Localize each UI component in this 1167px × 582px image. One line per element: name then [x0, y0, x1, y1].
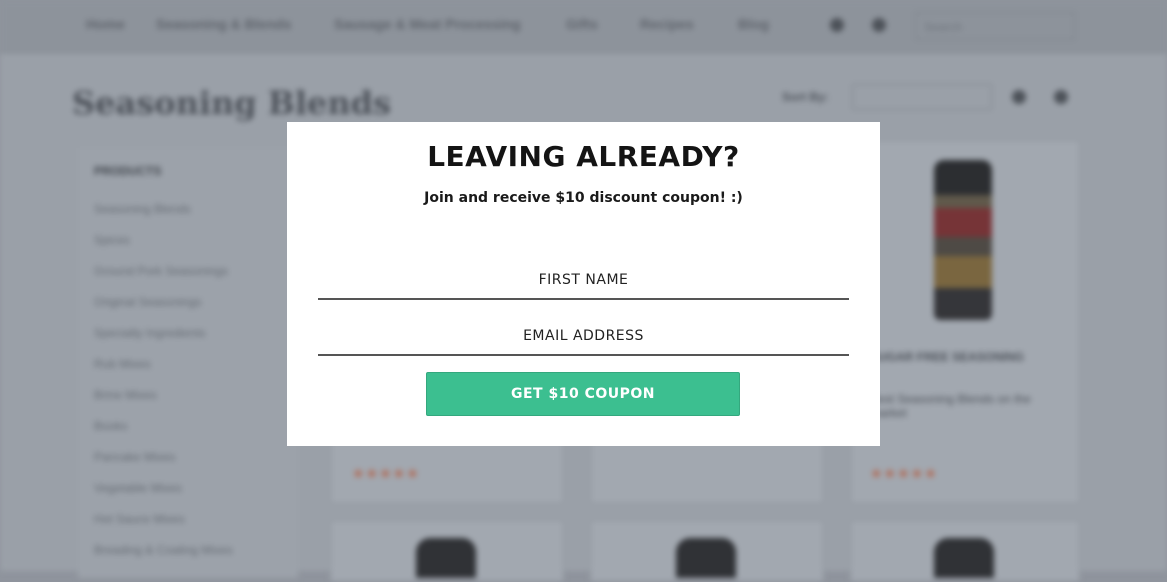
rating-stars-icon: ★★★★★ — [870, 465, 938, 481]
popup-title: LEAVING ALREADY? — [427, 140, 740, 173]
sidebar-link[interactable]: Breading & Coating Mixes — [94, 543, 233, 557]
exit-intent-popup: LEAVING ALREADY? Join and receive $10 di… — [287, 122, 880, 446]
product-image[interactable] — [934, 160, 992, 320]
page-title: Seasoning Blends — [72, 84, 391, 122]
sidebar-heading: PRODUCTS — [94, 164, 162, 178]
product-image[interactable] — [934, 538, 994, 578]
popup-subtitle: Join and receive $10 discount coupon! :) — [424, 190, 743, 206]
sidebar-link[interactable]: Hot Sauce Mixes — [94, 512, 185, 526]
search-input[interactable]: Search — [915, 12, 1075, 40]
sidebar-link[interactable]: Seasoning Blends — [94, 202, 191, 216]
grid-view-icon[interactable] — [1012, 90, 1026, 104]
sidebar-link[interactable]: Pancake Mixes — [94, 450, 175, 464]
sort-select[interactable] — [852, 84, 992, 110]
product-name[interactable]: SUGAR FREE SEASONING — [870, 350, 1024, 364]
rating-stars-icon: ★★★★★ — [352, 465, 420, 481]
get-coupon-button[interactable]: GET $10 COUPON — [426, 372, 740, 416]
sidebar-link[interactable]: Rub Mixes — [94, 357, 151, 371]
sidebar-link[interactable]: Vegetable Mixes — [94, 481, 182, 495]
sidebar-link[interactable]: Spices — [94, 233, 130, 247]
product-image[interactable] — [676, 538, 736, 578]
nav-recipes[interactable]: Recipes — [640, 16, 694, 32]
sidebar-link[interactable]: Ground Pork Seasonings — [94, 264, 228, 278]
sidebar-link[interactable]: Original Seasonings — [94, 295, 201, 309]
nav-sausage[interactable]: Sausage & Meat Processing — [334, 16, 521, 32]
account-icon[interactable] — [830, 18, 844, 32]
sort-label: Sort By: — [782, 90, 829, 104]
email-field[interactable] — [318, 318, 849, 356]
sidebar-link[interactable]: Specialty Ingredients — [94, 326, 205, 340]
sidebar-link[interactable]: Books — [94, 419, 127, 433]
nav-seasoning[interactable]: Seasoning & Blends — [156, 16, 291, 32]
sidebar-link[interactable]: Brine Mixes — [94, 388, 157, 402]
product-image[interactable] — [416, 538, 476, 578]
top-navigation: Home Seasoning & Blends Sausage & Meat P… — [0, 0, 1167, 53]
cart-icon[interactable] — [872, 18, 886, 32]
nav-gifts[interactable]: Gifts — [566, 16, 598, 32]
product-desc: Best Seasoning Blends on the market — [870, 392, 1031, 420]
nav-home[interactable]: Home — [86, 16, 125, 32]
nav-blog[interactable]: Blog — [738, 16, 769, 32]
first-name-field[interactable] — [318, 262, 849, 300]
list-view-icon[interactable] — [1054, 90, 1068, 104]
